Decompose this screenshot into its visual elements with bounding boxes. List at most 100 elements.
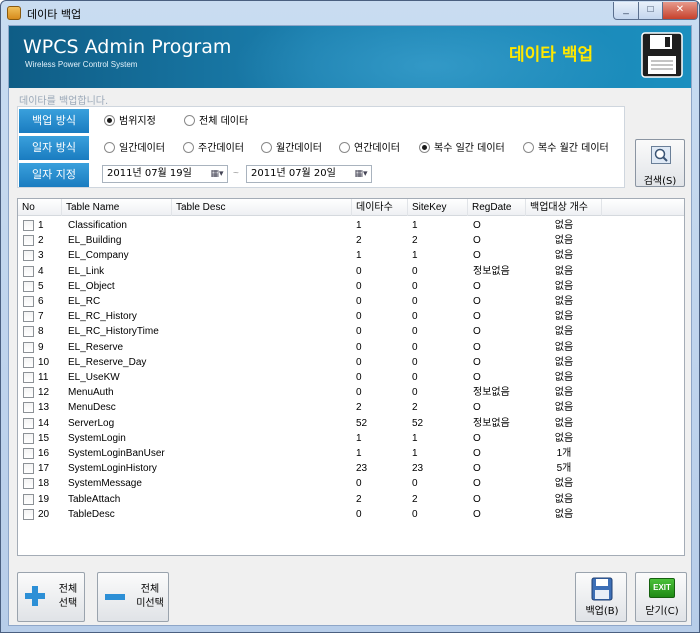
backup-button-label: 백업(B) [585,606,619,617]
cell-table-name: EL_Reserve [68,341,124,353]
title-bar[interactable]: 데이타 백업 _ □ ✕ [1,1,699,25]
table-header: No Table Name Table Desc 데이타수 SiteKey Re… [18,199,684,216]
row-checkbox[interactable] [23,402,34,414]
table-row[interactable]: 8 EL_RC_HistoryTime 0 0 O 없음 [18,324,684,339]
cell-sitekey: 23 [412,463,424,475]
row-checkbox[interactable] [23,463,34,475]
cell-no: 17 [38,463,50,475]
cell-backup-target: 없음 [554,508,574,520]
cell-table-name: SystemLoginBanUser [68,448,165,459]
radio-all-data[interactable]: 전체 데이타 [184,115,248,129]
table-row[interactable]: 15 SystemLogin 1 1 O 없음 [18,431,684,446]
row-checkbox[interactable] [23,311,34,323]
radio-weekly[interactable]: 주간데이터 [183,142,244,156]
start-date-picker[interactable]: 2011년 07월 19일 ▦▾ [102,165,228,183]
cell-table-name: SystemMessage [68,478,142,490]
window-title: 데이타 백업 [27,8,82,21]
row-checkbox[interactable] [23,326,34,338]
cell-data-count: 0 [356,311,362,323]
cell-backup-target: 없음 [554,432,574,444]
table-row[interactable]: 13 MenuDesc 2 2 O 없음 [18,400,684,415]
row-checkbox[interactable] [23,432,34,444]
cell-backup-target: 없음 [554,311,574,323]
cell-regdate: O [473,402,481,414]
column-header-backup-target[interactable]: 백업대상 개수 [526,199,602,216]
table-row[interactable]: 16 SystemLoginBanUser 1 1 O 1개 [18,446,684,461]
maximize-button[interactable]: □ [638,2,663,20]
close-window-button[interactable]: ✕ [662,2,698,20]
row-checkbox[interactable] [23,387,34,399]
end-date-picker[interactable]: 2011년 07월 20일 ▦▾ [246,165,372,183]
backup-mode-row: 백업 방식 범위지정 전체 데이타 [18,108,624,134]
radio-yearly[interactable]: 연간데이터 [339,142,400,156]
table-row[interactable]: 3 EL_Company 1 1 O 없음 [18,248,684,263]
row-checkbox[interactable] [23,493,34,505]
cell-no: 6 [38,296,44,307]
table-row[interactable]: 4 EL_Link 0 0 정보없음 없음 [18,264,684,279]
row-checkbox[interactable] [23,296,34,307]
table-row[interactable]: 14 ServerLog 52 52 정보없음 없음 [18,416,684,431]
cell-no: 8 [38,326,44,338]
row-checkbox[interactable] [23,508,34,520]
cell-backup-target: 없음 [554,417,574,429]
table-row[interactable]: 19 TableAttach 2 2 O 없음 [18,492,684,507]
table-row[interactable]: 5 EL_Object 0 0 O 없음 [18,279,684,294]
radio-range[interactable]: 범위지정 [104,115,156,129]
radio-dot [184,115,195,126]
radio-multi-daily[interactable]: 복수 일간 데이터 [419,142,505,156]
table-row[interactable]: 6 EL_RC 0 0 O 없음 [18,294,684,309]
select-all-button[interactable]: 전체 선택 [17,572,85,622]
calendar-icon[interactable]: ▦▾ [209,167,225,181]
table-row[interactable]: 17 SystemLoginHistory 23 23 O 5개 [18,461,684,476]
table-row[interactable]: 2 EL_Building 2 2 O 없음 [18,233,684,248]
table-row[interactable]: 18 SystemMessage 0 0 O 없음 [18,476,684,491]
cell-data-count: 0 [356,341,362,353]
column-header-sitekey[interactable]: SiteKey [408,199,468,216]
row-checkbox[interactable] [23,341,34,353]
cell-sitekey: 1 [412,250,418,262]
radio-label: 연간데이터 [354,143,400,154]
table-row[interactable]: 12 MenuAuth 0 0 정보없음 없음 [18,385,684,400]
row-checkbox[interactable] [23,372,34,383]
row-checkbox[interactable] [23,448,34,459]
radio-label: 주간데이터 [198,143,244,154]
deselect-all-button[interactable]: 전체 미선택 [97,572,169,622]
deselect-all-label-1: 전체 [140,584,160,595]
table-row[interactable]: 9 EL_Reserve 0 0 O 없음 [18,340,684,355]
cell-no: 1 [38,220,44,231]
calendar-icon[interactable]: ▦▾ [353,167,369,181]
row-checkbox[interactable] [23,417,34,429]
radio-daily[interactable]: 일간데이터 [104,142,165,156]
table-row[interactable]: 7 EL_RC_History 0 0 O 없음 [18,309,684,324]
row-checkbox[interactable] [23,280,34,292]
close-button[interactable]: EXIT 닫기(C) [635,572,687,622]
table-grid[interactable]: No Table Name Table Desc 데이타수 SiteKey Re… [17,198,685,556]
cell-backup-target: 없음 [554,478,574,490]
radio-monthly[interactable]: 월간데이터 [261,142,322,156]
row-checkbox[interactable] [23,356,34,368]
cell-data-count: 0 [356,356,362,368]
row-checkbox[interactable] [23,265,34,277]
row-checkbox[interactable] [23,235,34,247]
column-header-regdate[interactable]: RegDate [468,199,526,216]
radio-multi-monthly[interactable]: 복수 월간 데이터 [523,142,609,156]
column-header-data-count[interactable]: 데이타수 [352,199,408,216]
column-header-table-desc[interactable]: Table Desc [172,199,352,216]
row-checkbox[interactable] [23,220,34,231]
minimize-button[interactable]: _ [613,2,639,20]
cell-backup-target: 없음 [554,296,574,307]
cell-table-name: EL_Link [68,265,105,277]
search-button[interactable]: 검색(S) [635,139,685,187]
page-headline: 데이타 백업 [509,45,594,65]
cell-no: 15 [38,432,50,444]
column-header-no[interactable]: No [18,199,62,216]
row-checkbox[interactable] [23,478,34,490]
table-row[interactable]: 20 TableDesc 0 0 O 없음 [18,507,684,522]
table-row[interactable]: 1 Classification 1 1 O 없음 [18,218,684,233]
table-row[interactable]: 11 EL_UseKW 0 0 O 없음 [18,370,684,385]
backup-button[interactable]: 백업(B) [575,572,627,622]
row-checkbox[interactable] [23,250,34,262]
table-row[interactable]: 10 EL_Reserve_Day 0 0 O 없음 [18,355,684,370]
cell-regdate: O [473,341,481,353]
column-header-table-name[interactable]: Table Name [62,199,172,216]
